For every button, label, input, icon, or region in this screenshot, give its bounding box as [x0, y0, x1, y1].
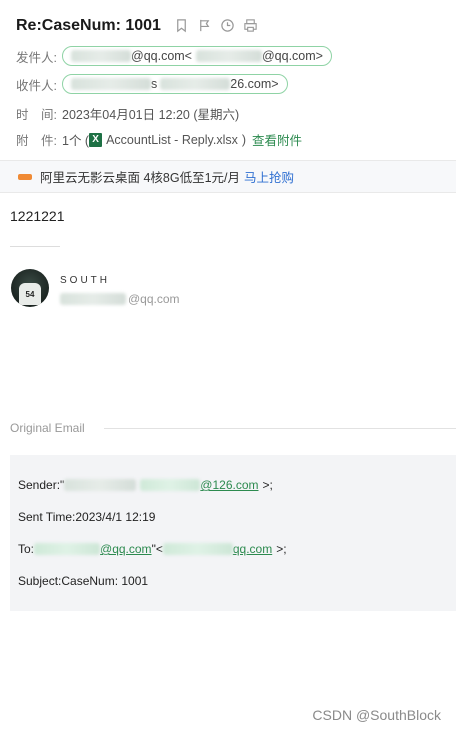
recipient-address-mid: s [151, 77, 158, 91]
ad-text: 阿里云无影云桌面 4核8G低至1元/月 [40, 171, 241, 185]
quoted-sent-row: Sent Time: 2023/4/1 12:19 [18, 510, 155, 524]
redacted-text [195, 50, 262, 62]
redacted-text [140, 479, 201, 491]
flag-icon[interactable] [197, 18, 212, 33]
original-email-divider [104, 428, 456, 429]
quoted-sent-value: 2023/4/1 12:19 [75, 510, 156, 524]
quoted-to-tail: >; [276, 542, 287, 556]
quoted-to-label: To: [18, 542, 35, 556]
header-actions [174, 18, 258, 33]
print-icon[interactable] [243, 18, 258, 33]
signature-email-domain: @qq.com [128, 292, 180, 306]
signature-divider [10, 246, 60, 247]
attachment-close-paren: ) [241, 132, 247, 147]
quoted-original: Sender:" @126.com >; Sent Time: 2023/4/1… [10, 455, 456, 611]
quoted-to-link-2[interactable]: qq.com [233, 542, 272, 556]
redacted-text [64, 479, 137, 491]
attachment-label: 附 件: [16, 134, 57, 148]
redacted-text [71, 50, 131, 62]
sender-address-tail: @qq.com> [261, 49, 323, 63]
quoted-subject-value: CaseNum: 1001 [61, 574, 149, 588]
avatar: 54 [11, 269, 49, 307]
aliyun-icon [18, 173, 32, 180]
quoted-subject-label: Subject: [18, 574, 62, 588]
original-email-label: Original Email [10, 421, 85, 435]
to-row: 收件人: s 26.com> [16, 74, 288, 94]
redacted-text [34, 543, 101, 555]
time-row: 时 间: 2023年04月01日 12:20 (星期六) [16, 104, 239, 123]
redacted-text [160, 78, 231, 90]
quoted-to-link-1[interactable]: @qq.com [100, 542, 152, 556]
recipient-pill[interactable]: s 26.com> [62, 74, 288, 94]
bookmark-icon[interactable] [174, 18, 189, 33]
view-attachment-link[interactable]: 查看附件 [252, 130, 302, 149]
quoted-sender-link[interactable]: @126.com [200, 478, 258, 492]
redacted-text [60, 293, 126, 305]
quoted-sender-label: Sender:" [18, 478, 65, 492]
quoted-sent-label: Sent Time: [18, 510, 76, 524]
signature-email: @qq.com [60, 292, 180, 306]
from-row: 发件人: @qq.com< @qq.com> [16, 46, 332, 66]
mail-body-text: 1221221 [10, 208, 65, 224]
quoted-to-row: To: @qq.com "< qq.com >; [18, 542, 287, 556]
mail-subject: Re:CaseNum: 1001 [16, 17, 161, 34]
quoted-sender-row: Sender:" @126.com >; [18, 478, 273, 492]
quoted-subject-row: Subject: CaseNum: 1001 [18, 574, 148, 588]
sender-pill[interactable]: @qq.com< @qq.com> [62, 46, 332, 66]
quoted-sender-tail: >; [262, 478, 273, 492]
attachment-count: 1个 ( [62, 134, 90, 148]
redacted-text [71, 78, 151, 90]
time-value: 2023年04月01日 12:20 (星期六) [62, 108, 240, 122]
sender-address: @qq.com< [131, 49, 192, 63]
signature-name: SOUTH [60, 275, 110, 286]
clock-icon[interactable] [220, 18, 235, 33]
attachment-row: 附 件: 1个 ( X AccountList - Reply.xlsx ) 查… [16, 130, 302, 149]
quoted-to-mid: "< [151, 542, 163, 556]
from-label: 发件人: [16, 50, 57, 65]
watermark: CSDN @SouthBlock [312, 707, 441, 723]
redacted-text [162, 543, 233, 555]
mail-header: Re:CaseNum: 1001 发件人: @qq.com< @qq.com> … [0, 0, 456, 160]
ad-banner: 阿里云无影云桌面 4核8G低至1元/月 马上抢购 [0, 160, 456, 193]
recipient-address-tail: 26.com> [230, 77, 279, 91]
attachment-name[interactable]: AccountList - Reply.xlsx [106, 133, 238, 147]
to-label: 收件人: [16, 78, 57, 93]
time-label: 时 间: [16, 108, 57, 122]
excel-icon: X [89, 132, 103, 147]
ad-link[interactable]: 马上抢购 [244, 167, 294, 186]
avatar-jersey: 54 [19, 283, 41, 305]
